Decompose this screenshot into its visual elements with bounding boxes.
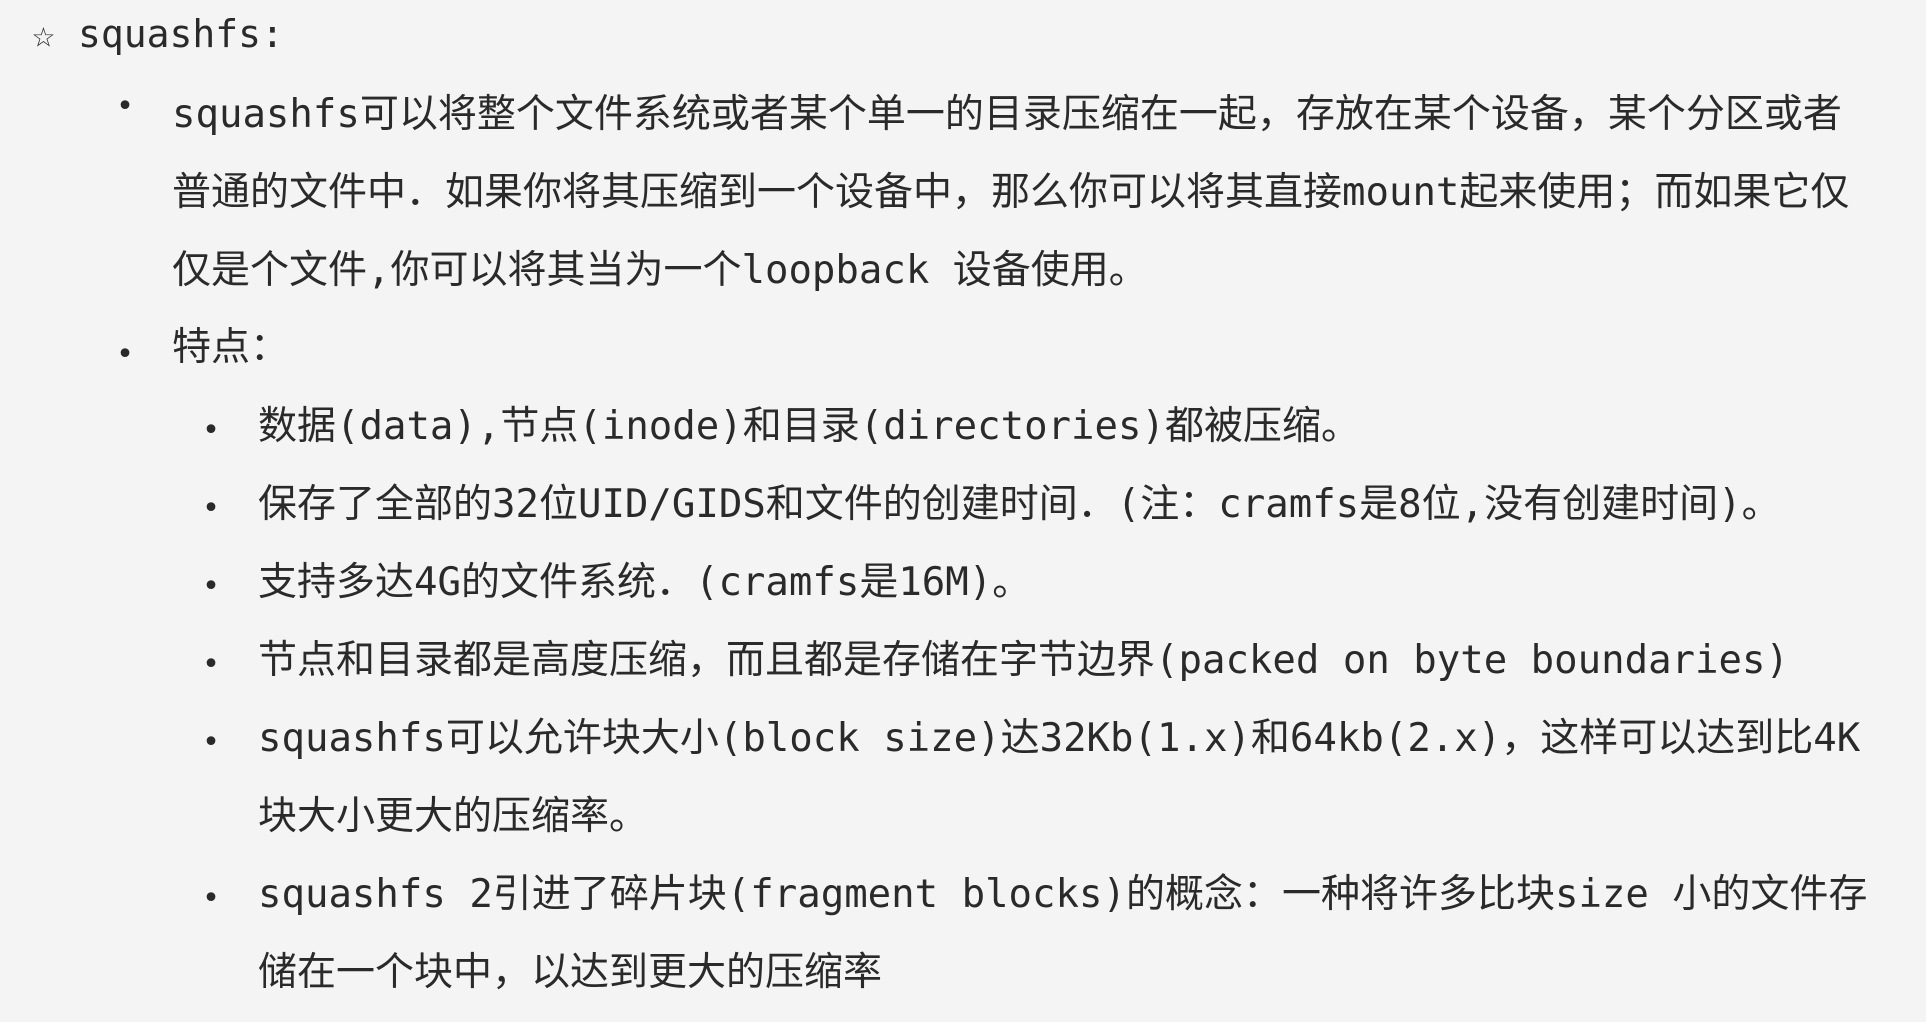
bullet-icon: •: [202, 413, 221, 448]
feature-item: 节点和目录都是高度压缩，而且都是存储在字节边界(packed on byte b…: [258, 638, 1789, 683]
bullet-icon: •: [202, 647, 221, 682]
star-icon: ☆: [32, 12, 55, 56]
bullet-icon: •: [202, 491, 221, 526]
intro-paragraph: squashfs可以将整个文件系统或者某个单一的目录压缩在一起，存放在某个设备，…: [172, 92, 1850, 293]
feature-item: 数据(data),节点(inode)和目录(directories)都被压缩。: [258, 404, 1360, 449]
bullet-icon: •: [202, 881, 221, 916]
bullet-icon: •: [116, 89, 135, 124]
feature-item: squashfs 2引进了碎片块(fragment blocks)的概念：一种将…: [258, 872, 1868, 995]
bullet-icon: •: [116, 337, 135, 372]
features-label: 特点：: [172, 325, 290, 370]
bullet-icon: •: [202, 725, 221, 760]
feature-item: 支持多达4G的文件系统．(cramfs是16M)。: [258, 560, 1032, 605]
feature-item: 保存了全部的32位UID/GIDS和文件的创建时间．(注：cramfs是8位,没…: [258, 482, 1781, 527]
feature-item: squashfs可以允许块大小(block size)达32Kb(1.x)和64…: [258, 716, 1861, 839]
section-heading: ☆ squashfs:: [32, 8, 284, 60]
document-page: ☆ squashfs: • squashfs可以将整个文件系统或者某个单一的目录压…: [0, 0, 1926, 1022]
heading-text: squashfs:: [78, 12, 284, 56]
bullet-icon: •: [202, 569, 221, 604]
